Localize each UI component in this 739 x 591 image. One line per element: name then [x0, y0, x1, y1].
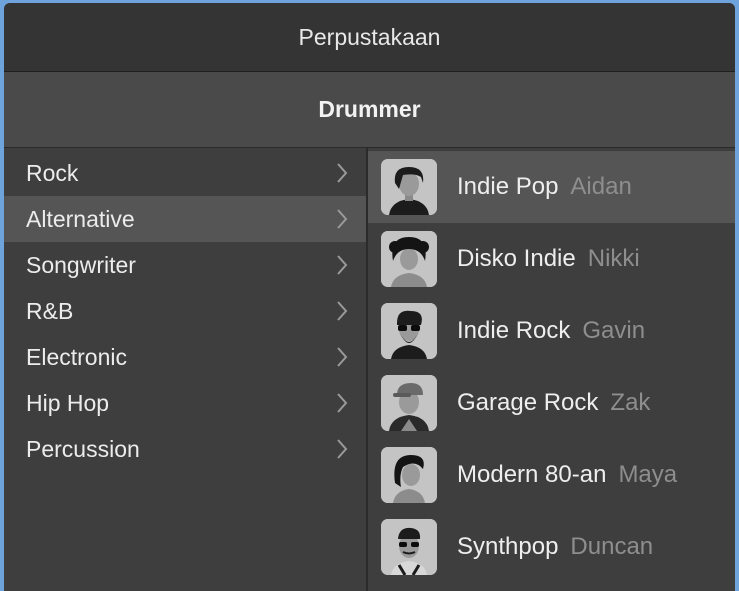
genre-item-rock[interactable]: Rock — [4, 150, 366, 196]
genre-item-label: Hip Hop — [26, 389, 110, 416]
drummer-name: Aidan — [570, 173, 632, 200]
genre-item-songwriter[interactable]: Songwriter — [4, 242, 366, 288]
drummer-item-zak[interactable]: Garage Rock Zak — [368, 367, 735, 439]
chevron-right-icon — [336, 438, 348, 460]
genre-item-label: Electronic — [26, 343, 127, 370]
drummer-gavin-icon — [381, 303, 437, 359]
section-title: Drummer — [318, 96, 421, 122]
drummer-style: Disko Indie — [457, 245, 576, 272]
drummer-duncan-icon — [381, 519, 437, 575]
drummer-nikki-icon — [381, 231, 437, 287]
drummer-item-gavin[interactable]: Indie Rock Gavin — [368, 295, 735, 367]
drummer-aidan-icon — [381, 159, 437, 215]
drummer-section-header[interactable]: Drummer — [4, 72, 735, 148]
drummer-maya-icon — [381, 447, 437, 503]
genre-item-label: Alternative — [26, 205, 135, 232]
genre-item-label: Percussion — [26, 435, 140, 462]
drummer-name: Nikki — [587, 245, 640, 272]
library-window: Perpustakaan Drummer Rock Alternative So… — [4, 3, 735, 591]
chevron-right-icon — [336, 254, 348, 276]
chevron-right-icon — [336, 346, 348, 368]
genre-item-electronic[interactable]: Electronic — [4, 334, 366, 380]
library-title: Perpustakaan — [298, 23, 441, 50]
drummer-style: Synthpop — [457, 533, 559, 560]
chevron-right-icon — [336, 208, 348, 230]
drummer-style: Modern 80-an — [457, 461, 607, 488]
genre-item-hip-hop[interactable]: Hip Hop — [4, 380, 366, 426]
drummer-item-aidan[interactable]: Indie Pop Aidan — [368, 151, 735, 223]
chevron-right-icon — [336, 300, 348, 322]
chevron-right-icon — [336, 162, 348, 184]
drummer-zak-icon — [381, 375, 437, 431]
genre-item-label: Rock — [26, 159, 79, 186]
genre-list: Rock Alternative Songwriter R&B Electron… — [4, 148, 368, 591]
chevron-right-icon — [336, 392, 348, 414]
drummer-style: Indie Pop — [457, 173, 559, 200]
drummer-item-maya[interactable]: Modern 80-an Maya — [368, 439, 735, 511]
library-title-bar: Perpustakaan — [4, 3, 735, 72]
genre-item-percussion[interactable]: Percussion — [4, 426, 366, 472]
drummer-item-duncan[interactable]: Synthpop Duncan — [368, 511, 735, 583]
drummer-name: Gavin — [582, 317, 646, 344]
genre-item-label: R&B — [26, 297, 74, 324]
drummer-style: Garage Rock — [457, 389, 599, 416]
drummer-name: Zak — [610, 389, 651, 416]
drummer-item-nikki[interactable]: Disko Indie Nikki — [368, 223, 735, 295]
genre-item-rnb[interactable]: R&B — [4, 288, 366, 334]
drummer-name: Maya — [618, 461, 678, 488]
genre-item-label: Songwriter — [26, 251, 136, 278]
library-content: Rock Alternative Songwriter R&B Electron… — [4, 148, 735, 591]
drummer-name: Duncan — [570, 533, 654, 560]
genre-item-alternative[interactable]: Alternative — [4, 196, 366, 242]
drummer-list: Indie Pop Aidan Disko Indie Nikki Indie … — [368, 148, 735, 591]
drummer-style: Indie Rock — [457, 317, 571, 344]
